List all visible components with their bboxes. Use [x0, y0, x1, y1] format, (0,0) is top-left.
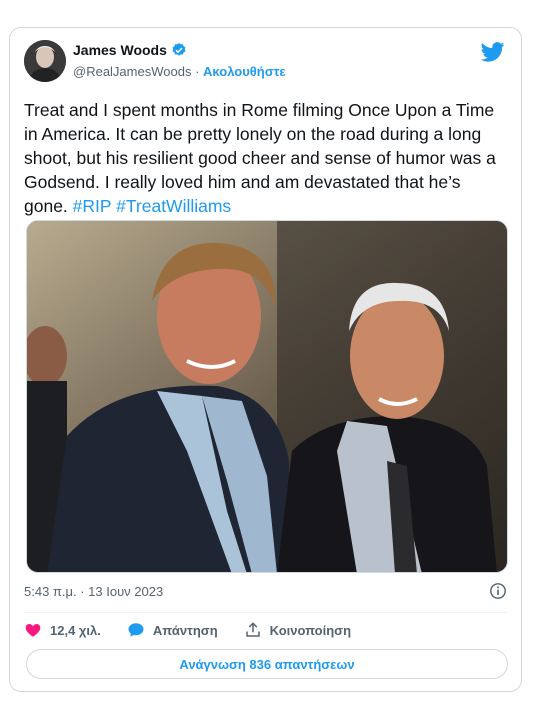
read-replies-button[interactable]: Ανάγνωση 836 απαντήσεων	[26, 649, 508, 679]
hashtag-treatwilliams[interactable]: #TreatWilliams	[116, 196, 231, 216]
tweet-timestamp[interactable]: 5:43 π.μ. · 13 Ιουν 2023	[24, 584, 163, 599]
handle-row: @RealJamesWoods · Ακολουθήστε	[73, 64, 286, 79]
heart-icon	[25, 624, 41, 637]
separator-dot: ·	[195, 64, 200, 79]
info-icon[interactable]	[489, 582, 507, 600]
author-name[interactable]: James Woods	[73, 42, 167, 58]
reply-bubble-icon	[128, 623, 144, 637]
follow-button[interactable]: Ακολουθήστε	[203, 64, 286, 79]
reply-label: Απάντηση	[152, 622, 218, 638]
author-name-row[interactable]: James Woods	[73, 42, 187, 58]
like-button[interactable]: 12,4 χιλ.	[24, 621, 101, 639]
share-button[interactable]: Κοινοποίηση	[244, 621, 351, 639]
action-bar: 12,4 χιλ. Απάντηση Κοινοποίηση	[24, 620, 377, 640]
hashtag-rip[interactable]: #RIP	[73, 196, 112, 216]
likes-count[interactable]: 12,4 χιλ.	[50, 623, 101, 638]
tweet-card: James Woods @RealJamesWoods · Ακολουθήστ…	[9, 27, 522, 692]
author-handle[interactable]: @RealJamesWoods	[73, 64, 191, 79]
verified-badge-icon	[172, 43, 186, 56]
tweet-photo[interactable]	[26, 220, 508, 573]
share-icon	[245, 622, 260, 637]
divider	[24, 612, 507, 613]
avatar[interactable]	[24, 40, 66, 82]
tweet-text: Treat and I spent months in Rome filming…	[24, 98, 504, 218]
twitter-bird-icon[interactable]	[481, 42, 505, 62]
share-label: Κοινοποίηση	[269, 622, 352, 638]
reply-button[interactable]: Απάντηση	[127, 621, 218, 639]
